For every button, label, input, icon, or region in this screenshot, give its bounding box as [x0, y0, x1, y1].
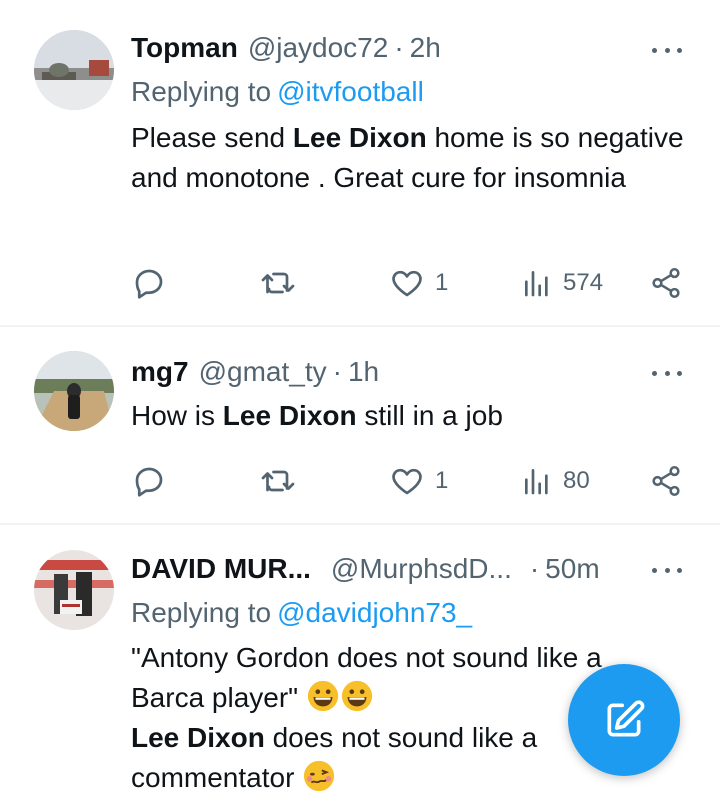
reply-icon: [135, 269, 163, 299]
replying-to-prefix: Replying to: [131, 597, 272, 628]
retweet-button[interactable]: [259, 461, 297, 501]
avatar[interactable]: [34, 550, 114, 630]
timestamp[interactable]: 1h: [348, 356, 379, 388]
like-count: 1: [435, 269, 449, 296]
tweet-text-part: commentator: [131, 762, 295, 793]
more-options-icon[interactable]: [652, 40, 682, 60]
compose-icon: [607, 700, 645, 737]
tweet-header: DAVID MUR... @MurphsdD... · 50m: [131, 553, 680, 585]
grinning-face-emoji-icon: [307, 680, 339, 712]
replying-to: Replying to @itvfootball: [131, 76, 424, 108]
share-button[interactable]: [649, 461, 683, 501]
user-handle[interactable]: @MurphsdD...: [331, 553, 512, 585]
like-button[interactable]: 1: [389, 263, 448, 303]
timestamp[interactable]: 50m: [545, 553, 599, 585]
display-name[interactable]: DAVID MUR...: [131, 553, 311, 585]
tweet-text-part: How is: [131, 400, 223, 431]
retweet-button[interactable]: [259, 263, 297, 303]
retweet-icon: [261, 470, 295, 492]
action-bar: 1 574: [131, 263, 691, 303]
display-name[interactable]: Topman: [131, 32, 238, 64]
replying-to-handle[interactable]: @davidjohn73_: [277, 597, 472, 628]
more-options-icon[interactable]: [652, 363, 682, 383]
avatar[interactable]: [34, 351, 114, 431]
compose-button[interactable]: [568, 664, 680, 776]
separator-dot: ·: [394, 32, 404, 63]
timestamp[interactable]: 2h: [410, 32, 441, 64]
avatar-image: [34, 30, 114, 110]
views-icon: [525, 469, 548, 495]
replying-to-handle[interactable]: @itvfootball: [277, 76, 424, 107]
grinning-face-emoji-icon: [341, 680, 373, 712]
tweet-header: Topman @jaydoc72 · 2h: [131, 32, 680, 64]
more-options-icon[interactable]: [652, 560, 682, 580]
view-count: 80: [563, 467, 590, 494]
share-icon: [652, 267, 680, 299]
tweet[interactable]: mg7 @gmat_ty · 1h How is Lee Dixon still…: [0, 327, 720, 523]
tweet-text-bold: Lee Dixon: [222, 400, 357, 431]
avatar-image: [34, 550, 114, 630]
tweet-text-bold: Lee Dixon: [131, 722, 265, 753]
view-count: 574: [563, 269, 604, 296]
tweet-text-part: Please send: [131, 122, 293, 153]
tweet-header: mg7 @gmat_ty · 1h: [131, 356, 680, 388]
woozy-face-emoji-icon: [304, 760, 335, 792]
tweet-text-part: does not sound like a: [264, 722, 538, 753]
replying-to-prefix: Replying to: [131, 76, 272, 107]
separator-dot: ·: [529, 553, 540, 584]
action-bar: 1 80: [131, 461, 691, 501]
views-button[interactable]: 80: [521, 461, 590, 501]
share-button[interactable]: [649, 263, 683, 303]
views-button[interactable]: 574: [521, 263, 603, 303]
heart-icon: [392, 468, 422, 495]
tweet-text-part: still in a job: [356, 400, 503, 431]
avatar[interactable]: [34, 30, 114, 110]
tweet-text: How is Lee Dixon still in a job: [131, 396, 691, 436]
views-icon: [525, 271, 548, 297]
separator-dot: ·: [332, 356, 342, 387]
tweet[interactable]: Topman @jaydoc72 · 2h Replying to @itvfoo…: [0, 0, 720, 326]
heart-icon: [392, 270, 422, 297]
replying-to: Replying to @davidjohn73_: [131, 597, 472, 629]
retweet-icon: [261, 272, 295, 294]
share-icon: [652, 465, 680, 497]
user-handle[interactable]: @jaydoc72: [248, 32, 389, 64]
user-handle[interactable]: @gmat_ty: [199, 356, 327, 388]
tweet-text: Please send Lee Dixon home is so negativ…: [131, 118, 691, 198]
display-name[interactable]: mg7: [131, 356, 189, 388]
like-count: 1: [435, 467, 449, 494]
reply-button[interactable]: [131, 461, 167, 501]
tweet-text-part: Barca player": [131, 682, 299, 713]
like-button[interactable]: 1: [389, 461, 448, 501]
reply-icon: [135, 467, 163, 497]
tweet-text-bold: Lee Dixon: [292, 122, 427, 153]
reply-button[interactable]: [131, 263, 167, 303]
avatar-image: [34, 351, 114, 431]
